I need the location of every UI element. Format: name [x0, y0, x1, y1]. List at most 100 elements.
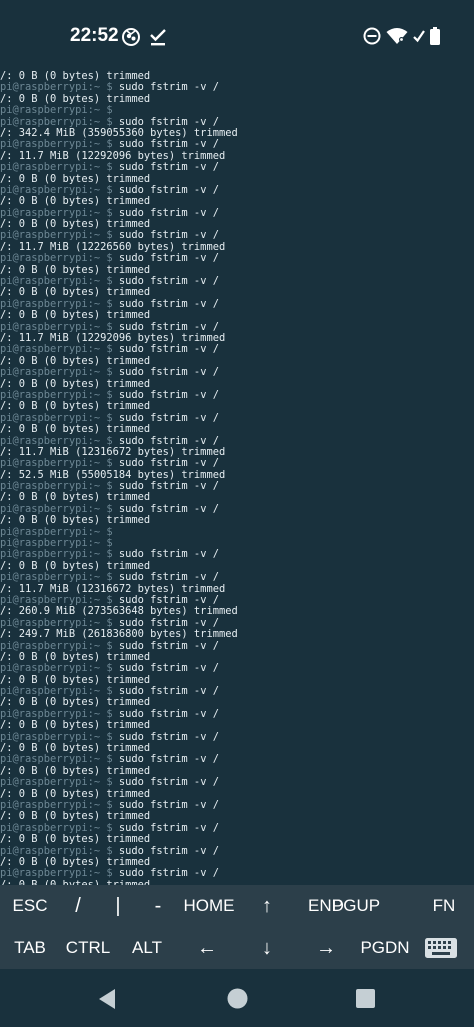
shell-prompt: pi@raspberrypi:~ $	[0, 525, 113, 538]
command-text: sudo fstrim -v /	[112, 799, 219, 811]
command-text: sudo fstrim -v /	[112, 548, 219, 561]
terminal-command-line: pi@raspberrypi:~ $ sudo fstrim -v /	[0, 777, 474, 788]
terminal-command-line: pi@raspberrypi:~ $ sudo fstrim -v /	[0, 253, 474, 264]
command-text: sudo fstrim -v /	[112, 252, 219, 265]
status-bar: 22:52	[0, 0, 474, 60]
terminal-command-line: pi@raspberrypi:~ $ sudo fstrim -v /	[0, 458, 474, 469]
command-text: sudo fstrim -v /	[112, 502, 219, 515]
command-text: sudo fstrim -v /	[112, 707, 219, 720]
command-text: sudo fstrim -v /	[112, 571, 219, 584]
command-text: sudo fstrim -v /	[112, 366, 219, 379]
command-text: sudo fstrim -v /	[112, 161, 219, 174]
command-text: sudo fstrim -v /	[112, 844, 219, 857]
shell-prompt: pi@raspberrypi:~ $	[0, 730, 113, 743]
key-alt[interactable]: ALT	[117, 927, 177, 969]
shell-prompt: pi@raspberrypi:~ $	[0, 821, 113, 834]
shell-prompt: pi@raspberrypi:~ $	[0, 480, 113, 493]
command-text: sudo fstrim -v /	[112, 662, 219, 675]
shell-prompt: pi@raspberrypi:~ $	[0, 799, 113, 811]
check-icon-secondary	[412, 27, 426, 49]
shell-prompt: pi@raspberrypi:~ $	[0, 616, 113, 629]
key-fn[interactable]: FN	[414, 885, 474, 927]
command-text: sudo fstrim -v /	[112, 821, 219, 834]
terminal-command-line: pi@raspberrypi:~ $ sudo fstrim -v /	[0, 161, 474, 174]
key-ctrl[interactable]: CTRL	[58, 927, 118, 969]
command-text: sudo fstrim -v /	[112, 343, 219, 356]
shell-prompt: pi@raspberrypi:~ $	[0, 593, 113, 606]
extra-keys-bar: ESC / | - HOME ↑ END PGUP FN TAB CTRL ALT ← ↓ → PGDN	[0, 885, 474, 969]
keyboard-icon[interactable]	[424, 937, 458, 963]
wifi-icon	[386, 27, 408, 49]
command-text: sudo fstrim -v /	[112, 639, 219, 652]
back-icon[interactable]	[97, 988, 117, 1014]
command-text: sudo fstrim -v /	[112, 593, 219, 606]
command-text: sudo fstrim -v /	[112, 480, 219, 493]
raspberry-notification-icon	[121, 27, 141, 51]
command-text: sudo fstrim -v /	[112, 411, 219, 424]
command-text: sudo fstrim -v /	[112, 115, 219, 128]
command-text: sudo fstrim -v /	[112, 275, 219, 288]
command-text: sudo fstrim -v /	[112, 730, 219, 743]
command-text: sudo fstrim -v /	[112, 685, 219, 698]
command-text: sudo fstrim -v /	[112, 388, 219, 401]
do-not-disturb-icon	[363, 27, 381, 49]
key-up[interactable]: ↑	[237, 885, 297, 927]
command-text: sudo fstrim -v /	[112, 434, 219, 447]
shell-prompt: pi@raspberrypi:~ $	[0, 81, 113, 94]
command-text: sudo fstrim -v /	[112, 206, 219, 219]
check-icon	[149, 27, 167, 51]
shell-prompt: pi@raspberrypi:~ $	[0, 161, 113, 174]
shell-prompt: pi@raspberrypi:~ $	[0, 548, 113, 561]
shell-prompt: pi@raspberrypi:~ $	[0, 104, 113, 117]
key-home[interactable]: HOME	[178, 885, 240, 927]
shell-prompt: pi@raspberrypi:~ $	[0, 571, 113, 584]
command-text: sudo fstrim -v /	[112, 81, 219, 94]
key-pgup[interactable]: PGUP	[327, 885, 385, 927]
shell-prompt: pi@raspberrypi:~ $	[0, 252, 113, 265]
command-text: sudo fstrim -v /	[112, 776, 219, 789]
command-text: sudo fstrim -v /	[112, 297, 219, 310]
shell-prompt: pi@raspberrypi:~ $	[0, 411, 113, 424]
shell-prompt: pi@raspberrypi:~ $	[0, 867, 113, 880]
key-right[interactable]: →	[296, 927, 356, 969]
shell-prompt: pi@raspberrypi:~ $	[0, 115, 113, 128]
command-text: sudo fstrim -v /	[112, 753, 219, 766]
command-text: sudo fstrim -v /	[112, 138, 219, 151]
terminal-command-line: pi@raspberrypi:~ $ sudo fstrim -v /	[0, 571, 474, 584]
recents-icon[interactable]	[356, 989, 375, 1012]
key-pgdn[interactable]: PGDN	[355, 927, 415, 969]
home-icon[interactable]	[226, 987, 249, 1014]
command-text: sudo fstrim -v /	[112, 320, 219, 333]
shell-prompt: pi@raspberrypi:~ $	[0, 662, 113, 675]
shell-prompt: pi@raspberrypi:~ $	[0, 537, 113, 550]
shell-prompt: pi@raspberrypi:~ $	[0, 434, 113, 447]
shell-prompt: pi@raspberrypi:~ $	[0, 320, 113, 333]
shell-prompt: pi@raspberrypi:~ $	[0, 229, 113, 242]
shell-prompt: pi@raspberrypi:~ $	[0, 388, 113, 401]
terminal-output[interactable]: /: 0 B (0 bytes) trimmed pi@raspberrypi:~…	[0, 71, 474, 885]
shell-prompt: pi@raspberrypi:~ $	[0, 753, 113, 766]
shell-prompt: pi@raspberrypi:~ $	[0, 685, 113, 698]
shell-prompt: pi@raspberrypi:~ $	[0, 366, 113, 379]
command-text: sudo fstrim -v /	[112, 229, 219, 242]
command-text: sudo fstrim -v /	[112, 183, 219, 196]
shell-prompt: pi@raspberrypi:~ $	[0, 138, 113, 151]
navigation-bar	[0, 969, 474, 1027]
command-text: sudo fstrim -v /	[112, 457, 219, 470]
terminal-command-line: pi@raspberrypi:~ $ sudo fstrim -v /	[0, 663, 474, 674]
shell-prompt: pi@raspberrypi:~ $	[0, 297, 113, 310]
key-left[interactable]: ←	[177, 927, 237, 969]
shell-prompt: pi@raspberrypi:~ $	[0, 183, 113, 196]
terminal-command-line: pi@raspberrypi:~ $ sudo fstrim -v /	[0, 366, 474, 379]
shell-prompt: pi@raspberrypi:~ $	[0, 275, 113, 288]
command-text: sudo fstrim -v /	[112, 867, 219, 880]
shell-prompt: pi@raspberrypi:~ $	[0, 343, 113, 356]
key-tab[interactable]: TAB	[0, 927, 60, 969]
battery-icon	[430, 27, 440, 49]
key-down[interactable]: ↓	[237, 927, 297, 969]
shell-prompt: pi@raspberrypi:~ $	[0, 707, 113, 720]
shell-prompt: pi@raspberrypi:~ $	[0, 502, 113, 515]
shell-prompt: pi@raspberrypi:~ $	[0, 844, 113, 857]
status-time: 22:52	[70, 25, 119, 46]
shell-prompt: pi@raspberrypi:~ $	[0, 639, 113, 652]
